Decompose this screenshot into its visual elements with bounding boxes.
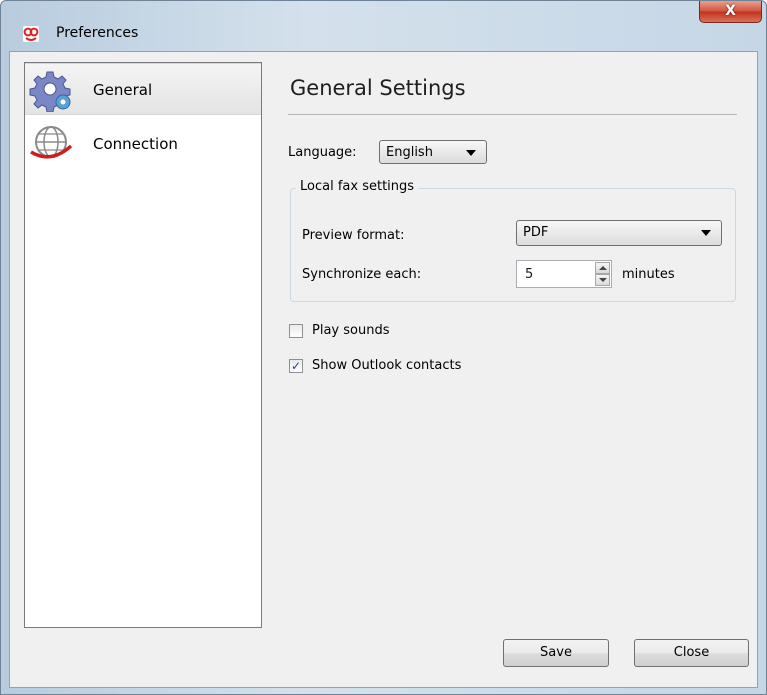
save-button-label: Save [540, 645, 572, 660]
gear-icon [29, 71, 71, 112]
spin-buttons [595, 262, 610, 286]
checkmark-icon: ✓ [290, 359, 302, 373]
sidebar-item-label: Connection [93, 135, 178, 153]
preferences-window: Preferences X General Connection General… [0, 0, 767, 695]
language-value: English [386, 145, 433, 160]
window-close-button[interactable]: X [699, 1, 762, 23]
show-outlook-contacts-label[interactable]: Show Outlook contacts [312, 358, 461, 373]
close-button-label: Close [673, 645, 710, 660]
play-sounds-label[interactable]: Play sounds [312, 323, 389, 338]
category-sidebar: General Connection [24, 62, 262, 628]
globe-icon [30, 126, 73, 159]
spin-up-button[interactable] [595, 262, 610, 274]
app-logo-icon [23, 26, 39, 42]
window-title: Preferences [56, 25, 139, 41]
preview-format-label: Preview format: [302, 228, 405, 243]
preview-format-value: PDF [523, 225, 549, 240]
language-select[interactable]: English [379, 140, 487, 164]
dialog-client-area: General Connection General Settings Lang… [9, 51, 758, 688]
arrow-down-icon [599, 278, 607, 282]
sidebar-item-connection[interactable]: Connection [25, 118, 261, 170]
close-icon: X [725, 3, 736, 19]
synchronize-unit: minutes [622, 267, 675, 282]
arrow-up-icon [599, 266, 607, 270]
preview-format-select[interactable]: PDF [516, 220, 722, 246]
title-divider [288, 114, 737, 115]
local-fax-group-title: Local fax settings [296, 179, 419, 194]
settings-panel: General Settings Language: English Local… [280, 62, 750, 622]
spin-down-button[interactable] [595, 274, 610, 286]
save-button[interactable]: Save [503, 639, 609, 667]
synchronize-value: 5 [525, 267, 534, 282]
sidebar-item-label: General [93, 81, 153, 99]
page-title: General Settings [290, 76, 466, 100]
title-bar[interactable]: Preferences X [1, 1, 766, 42]
synchronize-label: Synchronize each: [302, 267, 422, 282]
chevron-down-icon [466, 150, 476, 156]
language-label: Language: [288, 145, 357, 160]
synchronize-spinbox[interactable]: 5 [516, 260, 612, 288]
chevron-down-icon [701, 230, 711, 236]
play-sounds-checkbox[interactable] [289, 324, 303, 338]
sidebar-item-general[interactable]: General [25, 63, 261, 115]
close-button[interactable]: Close [634, 639, 749, 667]
show-outlook-contacts-checkbox[interactable]: ✓ [289, 359, 303, 373]
